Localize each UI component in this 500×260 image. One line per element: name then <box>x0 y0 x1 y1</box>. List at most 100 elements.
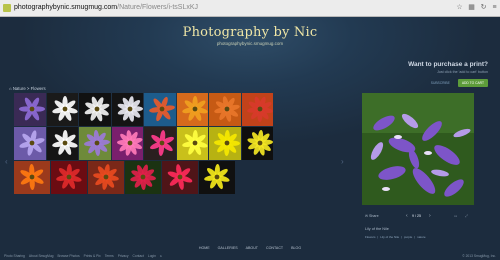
keyword-separator: | <box>377 235 379 239</box>
url-path: /Nature/Flowers/i-tsSLxKJ <box>117 4 199 11</box>
site-header: Photography by Nic photographybynic.smug… <box>0 25 500 46</box>
photo-thumbnail[interactable] <box>14 93 46 126</box>
flower-thumbnail-image <box>79 127 111 160</box>
footer-link[interactable]: Photo Sharing <box>4 254 25 258</box>
keyword-separator: | <box>401 235 402 239</box>
photo-thumbnail[interactable] <box>162 161 198 194</box>
fullscreen-icon[interactable]: ⤢ <box>465 214 468 218</box>
menu-icon[interactable]: ≡ <box>490 3 499 12</box>
flower-thumbnail-image <box>144 93 176 126</box>
subscribe-button[interactable]: SUBSCRIBE <box>427 79 454 87</box>
breadcrumb-text[interactable]: Nature > Flowers <box>13 86 46 91</box>
flower-thumbnail-image <box>46 127 78 160</box>
footer-link[interactable]: Login <box>148 254 156 258</box>
flower-thumbnail-image <box>46 93 78 126</box>
extension-icon[interactable]: ▦ <box>467 3 476 12</box>
footer-link[interactable]: Browse Photos <box>57 254 79 258</box>
photo-next-arrow[interactable]: › <box>429 213 431 219</box>
browser-address-bar[interactable]: photographybynic.smugmug.com/Nature/Flow… <box>0 0 500 17</box>
photo-prev-arrow[interactable]: ‹ <box>406 213 408 219</box>
copyright: © 2013 SmugMug, Inc. <box>462 254 496 258</box>
photo-thumbnail[interactable] <box>46 93 78 126</box>
footer-nav-link[interactable]: CONTACT <box>266 246 283 250</box>
photo-thumbnail[interactable] <box>14 161 50 194</box>
photo-thumbnail[interactable] <box>46 127 78 160</box>
star-icon[interactable]: ☆ <box>455 3 464 12</box>
purchase-question: Want to purchase a print? <box>408 61 488 68</box>
photo-thumbnail[interactable] <box>199 161 235 194</box>
photo-thumbnail[interactable] <box>241 93 273 126</box>
site-title[interactable]: Photography by Nic <box>0 25 500 40</box>
keyword-separator: | <box>414 235 416 239</box>
slideshow-icon[interactable]: ▭ <box>454 214 457 218</box>
footer-link[interactable]: About SmugMug <box>29 254 54 258</box>
footer-nav-link[interactable]: GALLERIES <box>218 246 238 250</box>
gallery-next-arrow[interactable]: › <box>341 157 344 166</box>
share-button[interactable]: ✉ Share <box>365 214 379 218</box>
flower-thumbnail-image <box>241 93 273 126</box>
footer-link[interactable]: Contact <box>133 254 144 258</box>
flower-thumbnail-image <box>14 161 50 194</box>
photo-thumbnail[interactable] <box>111 127 143 160</box>
photo-thumbnail[interactable] <box>144 127 176 160</box>
photo-toolbar: ✉ Share ‹ 9 / 25 › ▭ ⤢ <box>362 213 475 221</box>
agapanthus-photo <box>362 93 474 205</box>
footer-nav-link[interactable]: HOME <box>199 246 210 250</box>
footer-nav-link[interactable]: ABOUT <box>246 246 258 250</box>
flower-thumbnail-image <box>176 93 208 126</box>
url-host: photographybynic.smugmug.com <box>14 4 118 11</box>
photo-thumbnail[interactable] <box>111 93 143 126</box>
photo-thumbnail[interactable] <box>14 127 46 160</box>
refresh-icon[interactable]: ↻ <box>479 3 488 12</box>
footer-link[interactable]: Prints & Pix <box>84 254 101 258</box>
footer-link[interactable]: Terms <box>105 254 114 258</box>
gallery-prev-arrow[interactable]: ‹ <box>5 157 8 166</box>
thumbnail-grid <box>14 93 273 195</box>
photo-thumbnail[interactable] <box>79 127 111 160</box>
photo-thumbnail[interactable] <box>144 93 176 126</box>
photo-thumbnail[interactable] <box>209 93 241 126</box>
photo-thumbnail[interactable] <box>79 93 111 126</box>
footer-link[interactable]: Privacy <box>118 254 129 258</box>
flower-thumbnail-image <box>111 127 143 160</box>
keyword-link[interactable]: purple <box>404 235 412 239</box>
site-footer: Photo Sharing About SmugMug Browse Photos P… <box>0 253 500 260</box>
flower-thumbnail-image <box>199 161 235 194</box>
flower-thumbnail-image <box>241 127 273 160</box>
add-to-cart-button[interactable]: ADD TO CART <box>457 79 488 87</box>
url-field[interactable]: photographybynic.smugmug.com/Nature/Flow… <box>14 2 198 14</box>
main-photo[interactable] <box>362 93 474 205</box>
keyword-link[interactable]: nature <box>417 235 426 239</box>
photo-thumbnail[interactable] <box>241 127 273 160</box>
flower-thumbnail-image <box>209 93 241 126</box>
photo-thumbnail[interactable] <box>176 127 208 160</box>
site-subtitle: photographybynic.smugmug.com <box>216 41 284 46</box>
footer-link[interactable]: ≤ <box>160 254 162 258</box>
flower-thumbnail-image <box>111 93 143 126</box>
photo-thumbnail[interactable] <box>88 161 124 194</box>
share-label[interactable]: Share <box>369 214 379 218</box>
page-body: Photography by Nic photographybynic.smug… <box>0 17 500 260</box>
flower-thumbnail-image <box>176 127 208 160</box>
breadcrumb[interactable]: ⌂ Nature > Flowers <box>9 86 46 91</box>
photo-thumbnail[interactable] <box>209 127 241 160</box>
purchase-panel: Want to purchase a print? Just click the… <box>408 61 488 87</box>
flower-thumbnail-image <box>51 161 87 194</box>
flower-thumbnail-image <box>88 161 124 194</box>
site-favicon-icon <box>3 4 11 12</box>
photo-thumbnail[interactable] <box>176 93 208 126</box>
keyword-link[interactable]: Lily of the Nile <box>380 235 399 239</box>
photo-counter: 9 / 25 <box>412 214 421 218</box>
flower-thumbnail-image <box>144 127 176 160</box>
flower-thumbnail-image <box>14 127 46 160</box>
footer-navigation: HOME GALLERIES ABOUT CONTACT BLOG <box>0 246 500 250</box>
footer-nav-link[interactable]: BLOG <box>291 246 301 250</box>
home-icon[interactable]: ⌂ <box>9 86 12 91</box>
purchase-detail: Just click the 'add to cart' button <box>437 70 488 74</box>
photo-thumbnail[interactable] <box>125 161 161 194</box>
photo-thumbnail[interactable] <box>51 161 87 194</box>
thumbnail-row <box>14 93 273 126</box>
photo-keywords: Flowers | Lily of the Nile | purple | nature <box>365 235 426 239</box>
keyword-link[interactable]: Flowers <box>365 235 376 239</box>
photo-caption: Lily of the Nile <box>365 227 389 231</box>
